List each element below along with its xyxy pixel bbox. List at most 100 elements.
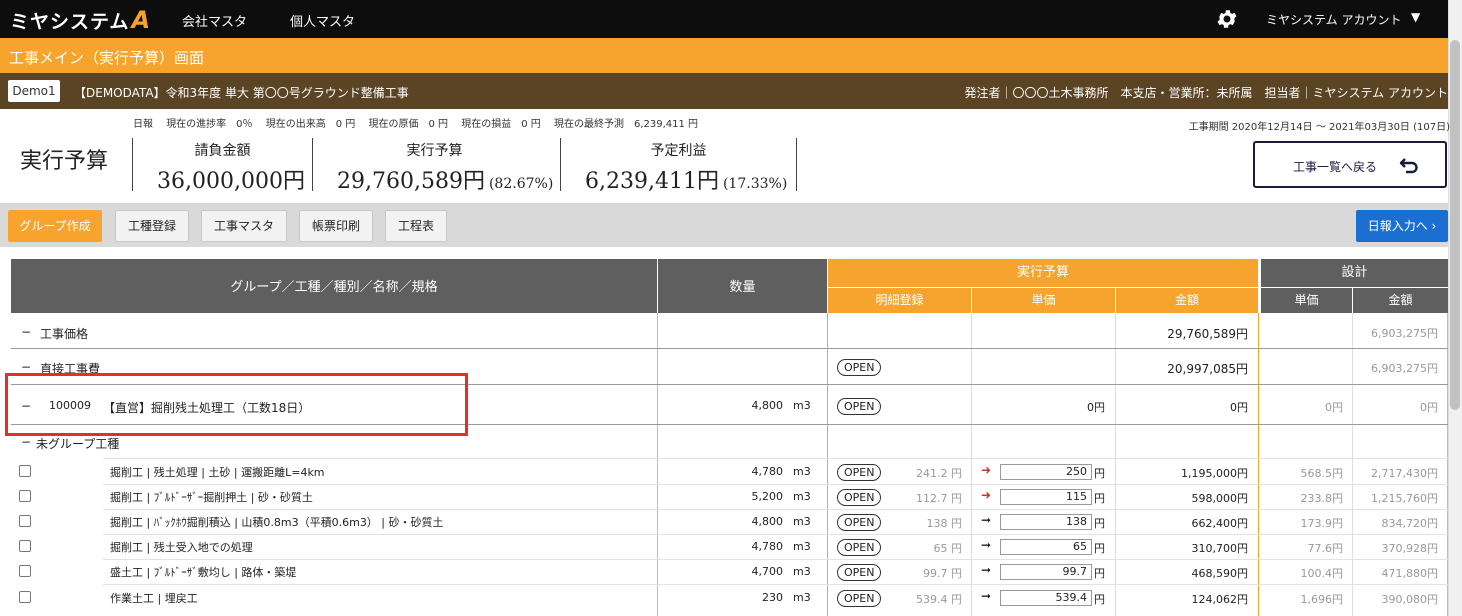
- item-design-unit: 233.8円: [1300, 492, 1344, 505]
- group-amount: 29,760,589円: [1167, 327, 1248, 341]
- item-design-amount: 390,080円: [1381, 593, 1439, 606]
- yen-label: 円: [1094, 593, 1105, 606]
- item-qty: 4,800: [751, 515, 784, 528]
- arrow-right-icon[interactable]: ➞: [981, 513, 991, 527]
- group-toggle[interactable]: −: [21, 435, 31, 449]
- col-sep: [1447, 313, 1448, 616]
- daily-report-button[interactable]: 日報入力へ ›: [1356, 210, 1448, 242]
- open-detail-button[interactable]: OPEN: [837, 359, 882, 376]
- page-title: 工事メイン（実行予算）画面: [9, 49, 205, 67]
- group-design-amount: 6,903,275円: [1371, 327, 1438, 340]
- item-unit: m3: [793, 465, 811, 478]
- unit-price-input[interactable]: 115: [1000, 489, 1092, 505]
- header-design-amount: 金額: [1353, 288, 1448, 313]
- row-checkbox[interactable]: [19, 591, 31, 603]
- project-name: 【DEMODATA】令和3年度 単大 第〇〇号グラウンド整備工事: [74, 86, 409, 100]
- row-divider: [103, 458, 1448, 459]
- group-qty: 4,800: [751, 399, 784, 412]
- toolbar: グループ作成 工種登録 工事マスタ 帳票印刷 工程表 日報入力へ ›: [0, 203, 1448, 247]
- demo-badge: Demo1: [8, 80, 60, 102]
- open-detail-button[interactable]: OPEN: [837, 590, 882, 607]
- arrow-right-icon[interactable]: ➞: [981, 563, 991, 577]
- group-create-button[interactable]: グループ作成: [8, 210, 102, 242]
- info-profit-loss: 現在の損益 0 円: [461, 119, 541, 130]
- page-header: 工事メイン（実行予算）画面: [0, 38, 1448, 73]
- group-unit: m3: [793, 399, 811, 412]
- group-amount: 0円: [1230, 401, 1248, 414]
- col-sep: [827, 313, 828, 616]
- row-divider: [11, 348, 1448, 349]
- row-checkbox[interactable]: [19, 465, 31, 477]
- item-amount: 468,590円: [1191, 567, 1249, 580]
- back-to-list-button[interactable]: 工事一覧へ戻る: [1253, 141, 1447, 188]
- nav-personal-master[interactable]: 個人マスタ: [290, 11, 355, 30]
- gear-icon[interactable]: [1214, 7, 1240, 31]
- item-unit: m3: [793, 591, 811, 604]
- item-ref-price: 112.7 円: [916, 492, 962, 505]
- open-detail-button[interactable]: OPEN: [837, 398, 882, 415]
- row-checkbox[interactable]: [19, 565, 31, 577]
- chevron-down-icon[interactable]: ▼: [1411, 10, 1420, 24]
- yen-label: 円: [1094, 467, 1105, 480]
- header-amount: 金額: [1116, 288, 1258, 313]
- item-amount: 662,400円: [1191, 517, 1249, 530]
- top-nav: ミヤシステムA 会社マスタ 個人マスタ ミヤシステム アカウント ▼: [0, 0, 1462, 38]
- header-design: 設計: [1261, 259, 1448, 287]
- info-forecast: 現在の最終予測 6,239,411 円: [553, 119, 699, 130]
- print-button[interactable]: 帳票印刷: [299, 210, 373, 242]
- col-sep: [1352, 313, 1353, 616]
- unit-price-input[interactable]: 99.7: [1000, 564, 1092, 580]
- item-name: 掘削工 | ﾊﾞｯｸﾎｳ掘削積込 | 山積0.8m3（平積0.6m3） | 砂・…: [110, 516, 444, 529]
- schedule-button[interactable]: 工程表: [385, 210, 447, 242]
- item-amount: 310,700円: [1191, 542, 1249, 555]
- item-design-amount: 834,720円: [1381, 517, 1439, 530]
- open-detail-button[interactable]: OPEN: [837, 489, 882, 506]
- item-unit: m3: [793, 540, 811, 553]
- divider: [560, 138, 561, 191]
- row-checkbox[interactable]: [19, 515, 31, 527]
- item-ref-price: 241.2 円: [916, 467, 962, 480]
- row-checkbox[interactable]: [19, 540, 31, 552]
- unit-price-input[interactable]: 539.4: [1000, 590, 1092, 606]
- yen-label: 円: [1094, 567, 1105, 580]
- item-design-amount: 471,880円: [1381, 567, 1439, 580]
- info-progress: 現在の進捗率 0％: [166, 119, 253, 130]
- unit-price-input[interactable]: 138: [1000, 514, 1092, 530]
- group-name: 工事価格: [40, 327, 89, 341]
- header-unit-price: 単価: [972, 288, 1115, 313]
- open-detail-button[interactable]: OPEN: [837, 564, 882, 581]
- item-design-amount: 2,717,430円: [1371, 467, 1438, 480]
- contract-value: 36,000,000円: [157, 169, 305, 194]
- process-master-button[interactable]: 工事マスタ: [201, 210, 287, 242]
- item-ref-price: 65 円: [933, 542, 963, 555]
- header-detail: 明細登録: [828, 288, 971, 313]
- open-detail-button[interactable]: OPEN: [837, 464, 882, 481]
- open-detail-button[interactable]: OPEN: [837, 514, 882, 531]
- row-divider: [103, 509, 1448, 510]
- item-unit: m3: [793, 490, 811, 503]
- row-divider: [103, 584, 1448, 585]
- unit-price-input[interactable]: 65: [1000, 539, 1092, 555]
- info-daily[interactable]: 日報: [133, 119, 153, 130]
- item-qty: 4,780: [751, 540, 784, 553]
- construction-period: 工事期間 2020年12月14日 〜 2021年03月30日 (107日): [1188, 122, 1450, 133]
- arrow-right-icon[interactable]: ➞: [981, 589, 991, 603]
- arrow-right-icon[interactable]: ➞: [981, 538, 991, 552]
- process-register-button[interactable]: 工種登録: [115, 210, 189, 242]
- page-scrollbar[interactable]: [1448, 0, 1462, 616]
- item-design-unit: 568.5円: [1300, 467, 1344, 480]
- item-unit: m3: [793, 565, 811, 578]
- item-amount: 598,000円: [1191, 492, 1249, 505]
- row-checkbox[interactable]: [19, 490, 31, 502]
- app-logo[interactable]: ミヤシステムA: [10, 6, 151, 34]
- arrow-right-icon[interactable]: ➜: [981, 488, 991, 502]
- account-menu[interactable]: ミヤシステム アカウント: [1266, 11, 1401, 28]
- group-toggle[interactable]: −: [21, 360, 31, 374]
- unit-price-input[interactable]: 250: [1000, 464, 1092, 480]
- nav-company-master[interactable]: 会社マスタ: [182, 11, 247, 30]
- group-toggle[interactable]: −: [21, 325, 31, 339]
- scrollbar-thumb[interactable]: [1450, 40, 1460, 410]
- open-detail-button[interactable]: OPEN: [837, 539, 882, 556]
- item-unit: m3: [793, 515, 811, 528]
- arrow-right-icon[interactable]: ➜: [981, 463, 991, 477]
